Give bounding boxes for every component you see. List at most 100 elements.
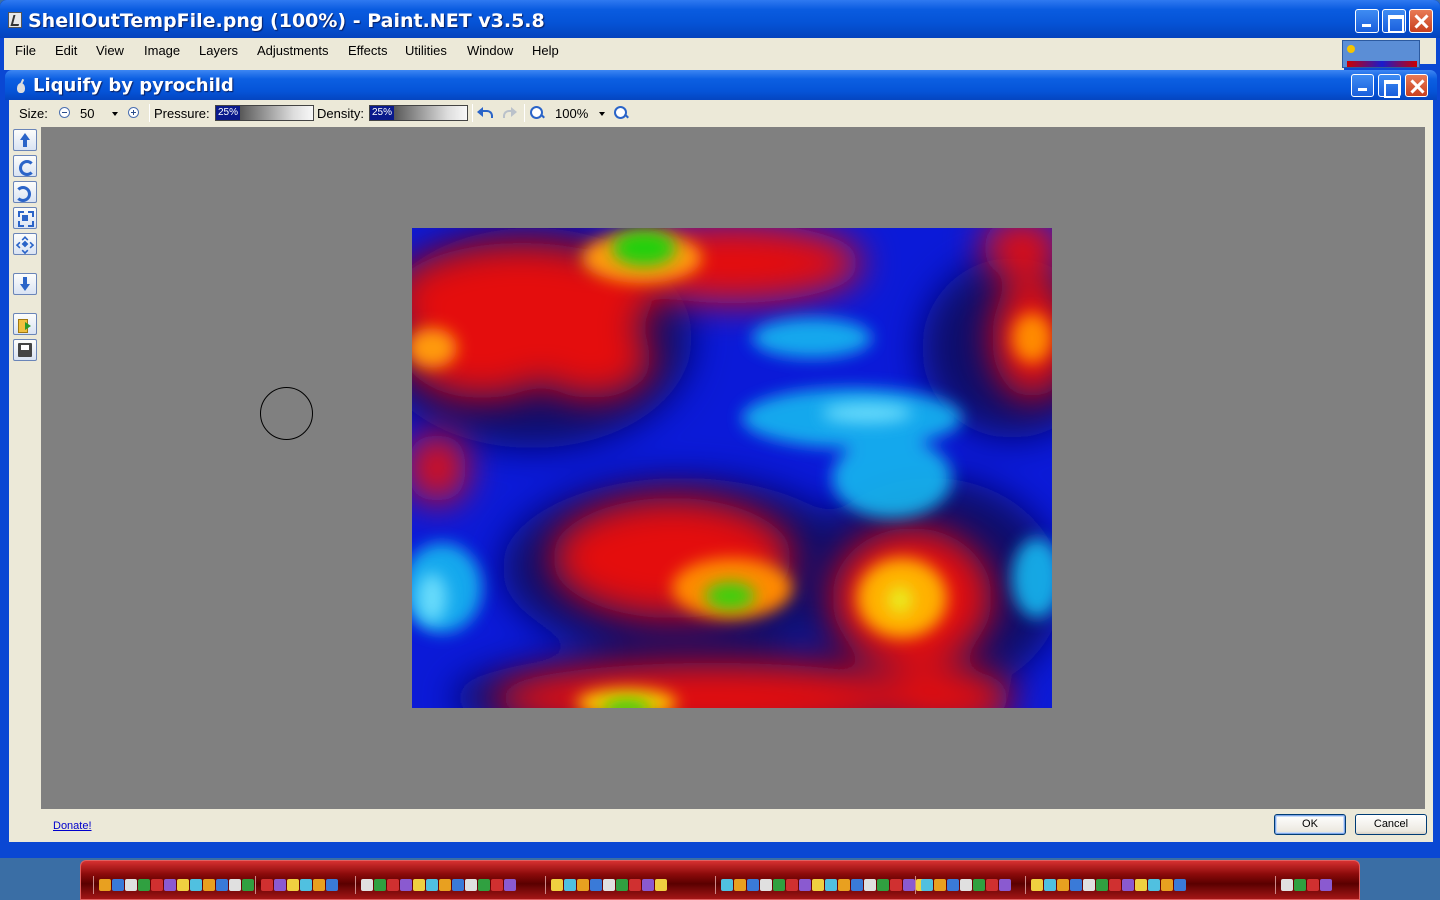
redo-icon[interactable]: [501, 107, 517, 119]
quick-launch-icon[interactable]: [564, 879, 576, 891]
menu-effects[interactable]: Effects: [348, 43, 388, 58]
save-mesh-button[interactable]: [13, 339, 37, 361]
size-increase-icon[interactable]: [128, 107, 139, 118]
quick-launch-icon[interactable]: [799, 879, 811, 891]
quick-launch-icon[interactable]: [326, 879, 338, 891]
quick-launch-icon[interactable]: [439, 879, 451, 891]
image-canvas[interactable]: [412, 228, 1052, 708]
quick-launch-icon[interactable]: [1070, 879, 1082, 891]
quick-launch-icon[interactable]: [1031, 879, 1043, 891]
open-mesh-button[interactable]: [13, 313, 37, 335]
quick-launch-icon[interactable]: [300, 879, 312, 891]
paintnet-app-icon[interactable]: [8, 12, 22, 28]
ok-button[interactable]: OK: [1274, 814, 1346, 835]
menu-utilities[interactable]: Utilities: [405, 43, 447, 58]
undo-icon[interactable]: [477, 107, 493, 119]
zoom-in-icon[interactable]: [614, 106, 628, 120]
quick-launch-icon[interactable]: [504, 879, 516, 891]
quick-launch-icon[interactable]: [99, 879, 111, 891]
quick-launch-icon[interactable]: [313, 879, 325, 891]
quick-launch-icon[interactable]: [934, 879, 946, 891]
menu-help[interactable]: Help: [532, 43, 559, 58]
quick-launch-icon[interactable]: [786, 879, 798, 891]
quick-launch-icon[interactable]: [999, 879, 1011, 891]
quick-launch-icon[interactable]: [590, 879, 602, 891]
zoom-dropdown-arrow-icon[interactable]: [599, 112, 605, 116]
quick-launch-icon[interactable]: [903, 879, 915, 891]
quick-launch-icon[interactable]: [551, 879, 563, 891]
quick-launch-icon[interactable]: [1148, 879, 1160, 891]
quick-launch-icon[interactable]: [734, 879, 746, 891]
zoom-out-icon[interactable]: [530, 106, 544, 120]
quick-launch-icon[interactable]: [203, 879, 215, 891]
quick-launch-icon[interactable]: [164, 879, 176, 891]
size-value[interactable]: 50: [80, 106, 94, 121]
main-minimize-button[interactable]: [1355, 9, 1379, 33]
quick-launch-icon[interactable]: [838, 879, 850, 891]
menu-edit[interactable]: Edit: [55, 43, 77, 58]
quick-launch-icon[interactable]: [274, 879, 286, 891]
quick-launch-icon[interactable]: [1161, 879, 1173, 891]
quick-launch-icon[interactable]: [973, 879, 985, 891]
menu-view[interactable]: View: [96, 43, 124, 58]
dialog-titlebar[interactable]: Liquify by pyrochild: [5, 70, 1437, 100]
quick-launch-icon[interactable]: [721, 879, 733, 891]
quick-launch-icon[interactable]: [287, 879, 299, 891]
contract-tool-button[interactable]: [13, 233, 37, 255]
quick-launch-icon[interactable]: [261, 879, 273, 891]
quick-launch-icon[interactable]: [387, 879, 399, 891]
menu-adjustments[interactable]: Adjustments: [257, 43, 329, 58]
quick-launch-icon[interactable]: [400, 879, 412, 891]
quick-launch-icon[interactable]: [642, 879, 654, 891]
quick-launch-icon[interactable]: [890, 879, 902, 891]
quick-launch-icon[interactable]: [1174, 879, 1186, 891]
menu-file[interactable]: File: [15, 43, 36, 58]
quick-launch-icon[interactable]: [747, 879, 759, 891]
quick-launch-icon[interactable]: [452, 879, 464, 891]
quick-launch-icon[interactable]: [465, 879, 477, 891]
quick-launch-icon[interactable]: [125, 879, 137, 891]
image-thumbnail[interactable]: [1342, 40, 1420, 68]
quick-launch-icon[interactable]: [112, 879, 124, 891]
quick-launch-icon[interactable]: [1044, 879, 1056, 891]
quick-launch-icon[interactable]: [374, 879, 386, 891]
quick-launch-icon[interactable]: [603, 879, 615, 891]
zoom-value[interactable]: 100%: [555, 106, 588, 121]
quick-launch-icon[interactable]: [986, 879, 998, 891]
quick-launch-icon[interactable]: [864, 879, 876, 891]
main-titlebar[interactable]: ShellOutTempFile.png (100%) - Paint.NET …: [0, 0, 1440, 38]
menu-window[interactable]: Window: [467, 43, 513, 58]
quick-launch-icon[interactable]: [629, 879, 641, 891]
quick-launch-icon[interactable]: [1096, 879, 1108, 891]
twirl-cw-tool-button[interactable]: [13, 155, 37, 177]
quick-launch-icon[interactable]: [426, 879, 438, 891]
quick-launch-icon[interactable]: [1083, 879, 1095, 891]
quick-launch-icon[interactable]: [1307, 879, 1319, 891]
menu-image[interactable]: Image: [144, 43, 180, 58]
quick-launch-icon[interactable]: [177, 879, 189, 891]
main-close-button[interactable]: [1409, 9, 1433, 33]
quick-launch-icon[interactable]: [616, 879, 628, 891]
quick-launch-icon[interactable]: [1057, 879, 1069, 891]
quick-launch-icon[interactable]: [1294, 879, 1306, 891]
quick-launch-icon[interactable]: [242, 879, 254, 891]
pressure-slider[interactable]: 25%: [215, 105, 314, 121]
quick-launch-icon[interactable]: [361, 879, 373, 891]
quick-launch-icon[interactable]: [151, 879, 163, 891]
menu-layers[interactable]: Layers: [199, 43, 238, 58]
dialog-maximize-button[interactable]: [1378, 74, 1401, 98]
size-dropdown-arrow-icon[interactable]: [112, 112, 118, 116]
quick-launch-icon[interactable]: [812, 879, 824, 891]
quick-launch-icon[interactable]: [190, 879, 202, 891]
quick-launch-icon[interactable]: [773, 879, 785, 891]
quick-launch-icon[interactable]: [760, 879, 772, 891]
quick-launch-icon[interactable]: [921, 879, 933, 891]
density-slider[interactable]: 25%: [369, 105, 468, 121]
quick-launch-icon[interactable]: [1135, 879, 1147, 891]
cancel-button[interactable]: Cancel: [1355, 814, 1427, 835]
quick-launch-icon[interactable]: [216, 879, 228, 891]
quick-launch-icon[interactable]: [1281, 879, 1293, 891]
move-tool-button[interactable]: [13, 129, 37, 151]
twirl-ccw-tool-button[interactable]: [13, 181, 37, 203]
quick-launch-icon[interactable]: [1122, 879, 1134, 891]
